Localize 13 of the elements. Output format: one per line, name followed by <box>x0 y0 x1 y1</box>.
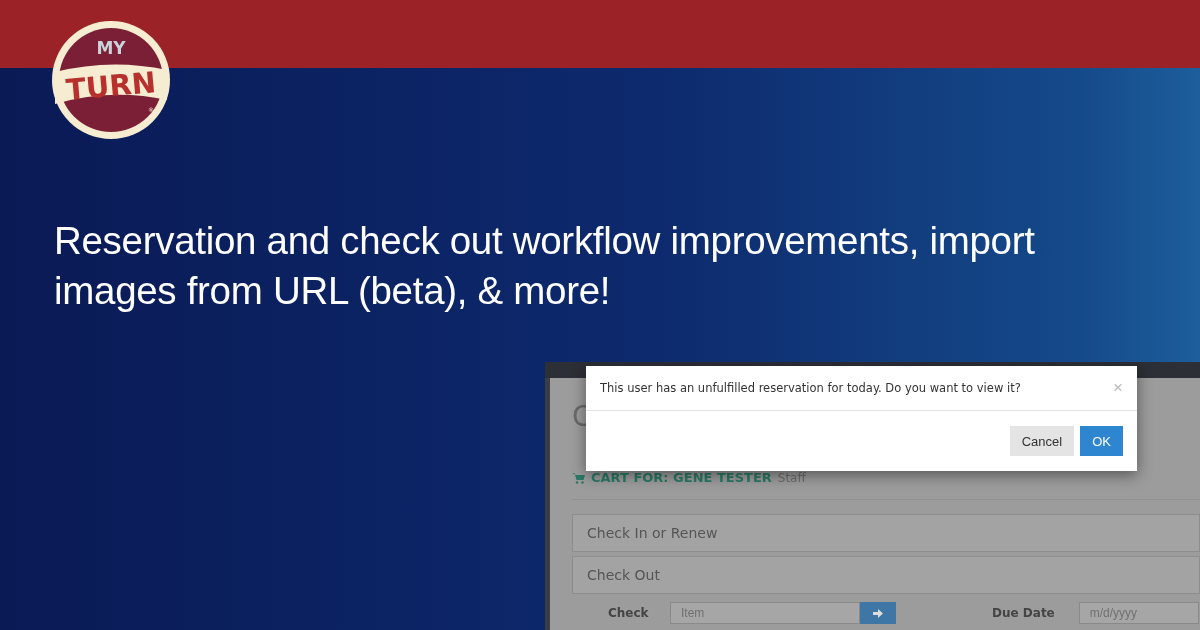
dialog-message: This user has an unfulfilled reservation for today. Do you want to view it? <box>600 381 1021 395</box>
cart-icon <box>572 471 585 484</box>
accordion-header[interactable]: Check Out <box>572 556 1200 594</box>
submit-button[interactable] <box>860 602 896 624</box>
cart-title: CART FOR: GENE TESTER <box>591 470 772 485</box>
field-label: Due Date <box>992 606 1055 620</box>
close-button[interactable]: × <box>1113 378 1123 398</box>
field-label: Check <box>608 606 650 620</box>
accordion-header[interactable]: Check In or Renew <box>572 514 1200 552</box>
headline: Reservation and check out workflow improvements, import images from URL (beta), & more! <box>54 218 1036 314</box>
arrow-icon <box>873 608 883 618</box>
cancel-button[interactable]: Cancel <box>1009 426 1075 456</box>
ok-button[interactable]: OK <box>1080 426 1123 456</box>
